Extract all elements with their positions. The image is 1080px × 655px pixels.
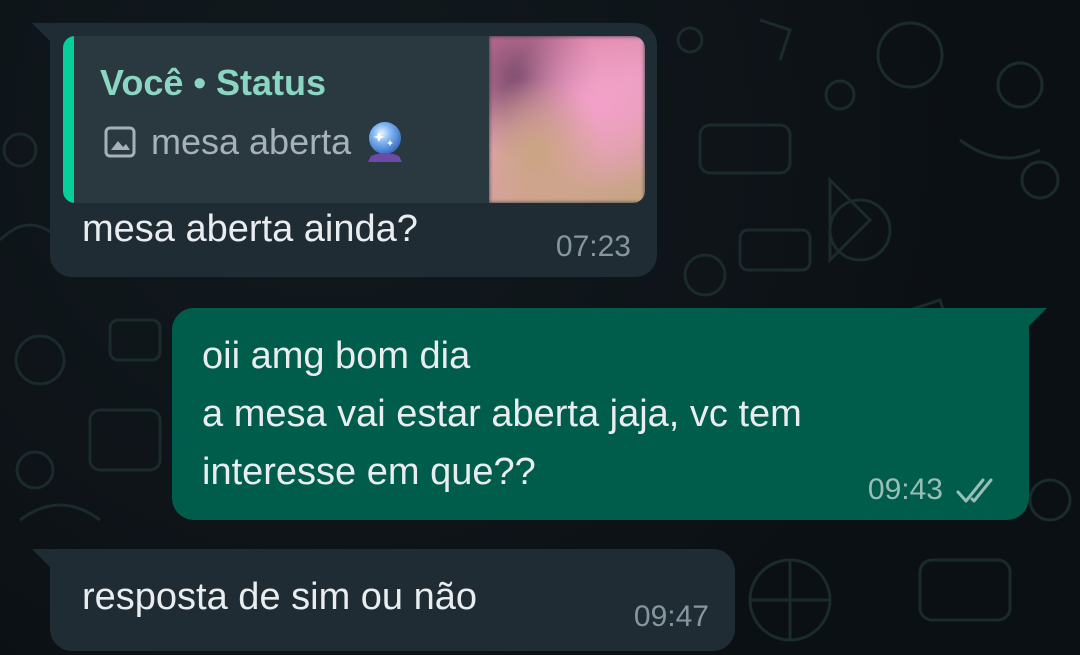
double-check-icon (956, 478, 993, 503)
quote-accent-bar (63, 36, 74, 203)
quoted-status-reply[interactable]: Você • Status mesa aberta (63, 36, 645, 203)
message-text: resposta de sim ou não (82, 576, 478, 618)
message-text: mesa aberta ainda? (82, 208, 418, 250)
message-text-line: oii amg bom dia (202, 335, 471, 377)
message-time: 07:23 (555, 230, 631, 263)
message-time: 09:43 (867, 473, 943, 506)
bubble-tail (32, 549, 54, 571)
crystal-ball-icon (368, 122, 403, 162)
bubble-tail (32, 23, 54, 45)
message-bubble-outgoing[interactable]: oii amg bom dia a mesa vai estar aberta … (172, 308, 1047, 520)
message-bubble-incoming[interactable]: resposta de sim ou não 09:47 (32, 549, 735, 651)
message-bubble-incoming[interactable]: Você • Status mesa aberta mesa aberta ai… (32, 23, 657, 277)
quote-text: mesa aberta (151, 121, 352, 162)
message-text-line: a mesa vai estar aberta jaja, vc tem (202, 393, 802, 435)
message-text-line: interesse em que?? (202, 451, 536, 493)
status-thumbnail[interactable] (489, 36, 645, 203)
message-time: 09:47 (633, 600, 709, 633)
image-icon (104, 126, 136, 158)
quote-preview: mesa aberta (103, 120, 405, 164)
bubble-tail (1025, 308, 1047, 330)
quote-author: Você • Status (100, 62, 327, 103)
